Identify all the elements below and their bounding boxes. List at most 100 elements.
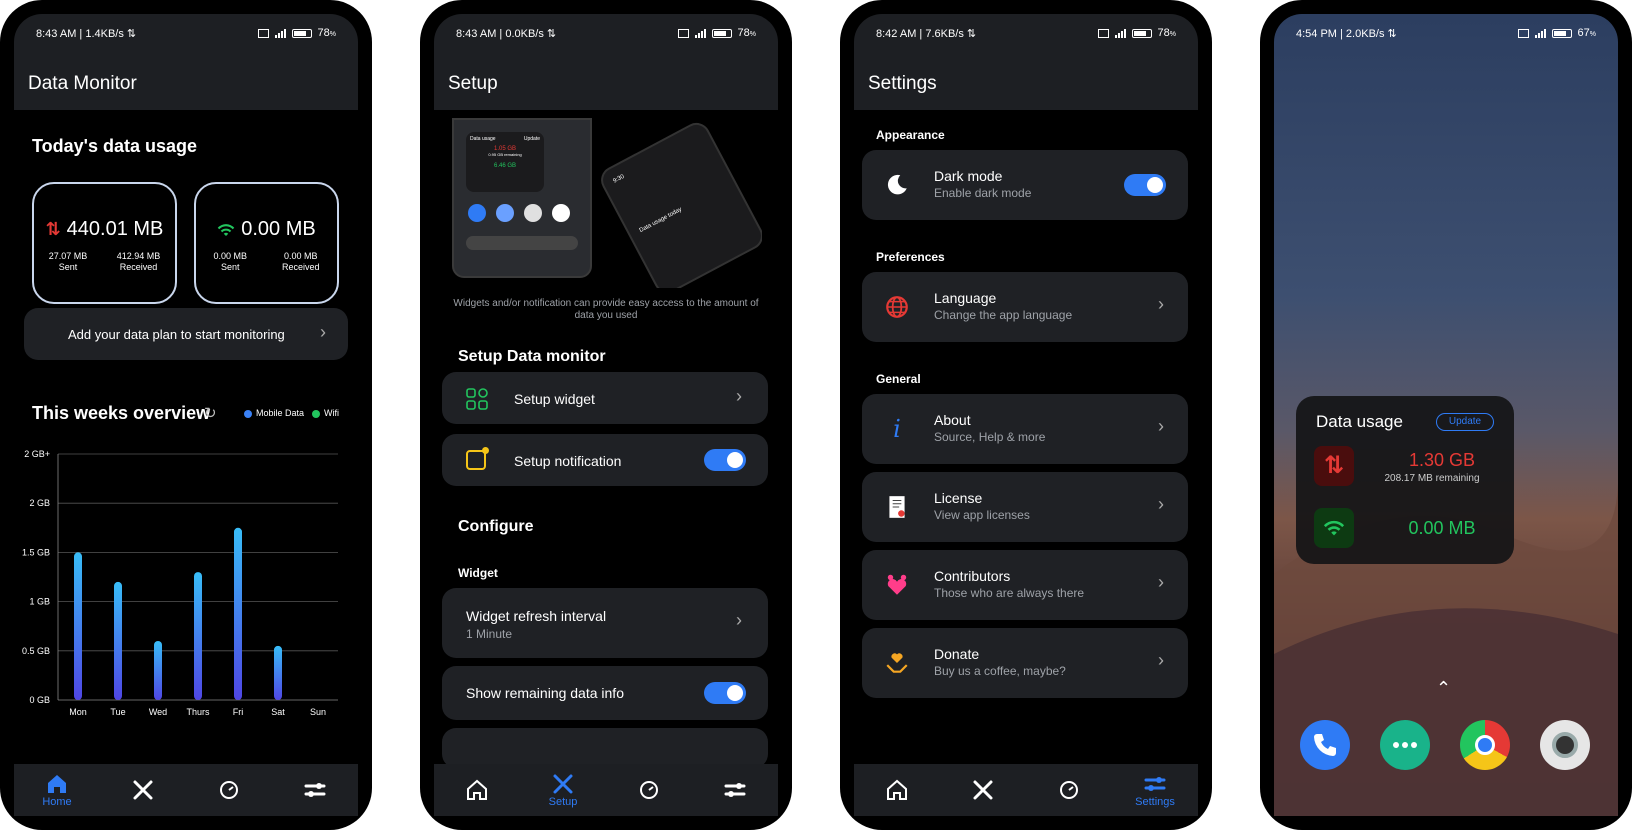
chevron-right-icon: › xyxy=(1158,650,1164,670)
sim-icon xyxy=(257,28,269,38)
legend-wifi-label: Wifi xyxy=(324,408,340,418)
moon-icon xyxy=(887,174,907,195)
wifi-total: 0.00 MB xyxy=(241,218,316,240)
y-tick-label: 2 GB xyxy=(29,498,50,508)
status-bar: 8:42 AM | 7.6KB/s ⇅ 78% xyxy=(854,14,1198,52)
setup-illustration: Data usage Update 1.05 GB 0.95 GB remain… xyxy=(452,118,762,288)
data-usage-widget[interactable]: Data usage Update ⇅ 1.30 GB 208.17 MB re… xyxy=(1296,396,1514,564)
refresh-icon[interactable]: ↻ xyxy=(204,404,217,422)
setup-widget-row[interactable]: Setup widget › xyxy=(442,372,768,424)
nav-settings[interactable] xyxy=(272,764,358,816)
phone-app-icon[interactable] xyxy=(1300,720,1350,770)
contributors-row[interactable]: Contributors Those who are always there … xyxy=(862,550,1188,620)
tools-icon xyxy=(973,780,993,800)
mobile-usage-card[interactable]: ⇅ 440.01 MB 27.07 MB Sent 412.94 MB Receiv… xyxy=(32,182,177,304)
data-transfer-icon: ⇅ xyxy=(126,27,137,40)
chrome-app-icon[interactable] xyxy=(1460,720,1510,770)
donate-row[interactable]: Donate Buy us a coffee, maybe? › xyxy=(862,628,1188,698)
chevron-right-icon: › xyxy=(320,322,326,342)
nav-monitor[interactable] xyxy=(186,764,272,816)
about-row[interactable]: i About Source, Help & more › xyxy=(862,394,1188,464)
donate-sub: Buy us a coffee, maybe? xyxy=(934,664,1066,678)
home-icon xyxy=(48,775,66,793)
bottom-nav: Settings xyxy=(854,764,1198,816)
gauge-icon xyxy=(220,781,238,799)
nav-setup[interactable] xyxy=(100,764,186,816)
app-drawer-chevron-icon[interactable]: ⌃ xyxy=(1436,678,1451,699)
status-bar: 4:54 PM | 2.0KB/s ⇅ 67% xyxy=(1296,27,1596,40)
setup-notification-label: Setup notification xyxy=(514,453,622,469)
nav-home[interactable] xyxy=(434,764,520,816)
weekly-usage-chart: 0 GB 0.5 GB 1 GB 1.5 GB 2 GB 2 GB+ Mon Tue Wed Th… xyxy=(22,449,338,717)
wifi-sent-value: 0.00 MB xyxy=(213,251,248,261)
nav-settings[interactable]: Settings xyxy=(1112,764,1198,816)
nav-setup[interactable] xyxy=(940,764,1026,816)
mobile-received-value: 412.94 MB xyxy=(116,251,161,261)
status-time: 8:42 AM | 7.6KB/s xyxy=(876,27,964,40)
license-sub: View app licenses xyxy=(934,508,1030,522)
refresh-interval-row[interactable]: Widget refresh interval 1 Minute › xyxy=(442,588,768,658)
contributors-title: Contributors xyxy=(934,568,1011,584)
tools-icon xyxy=(133,780,153,800)
notification-toggle[interactable] xyxy=(704,449,746,471)
battery-level: 67 xyxy=(1577,27,1590,39)
y-tick-label: 0 GB xyxy=(29,695,50,705)
x-tick-label: Thurs xyxy=(186,707,210,717)
widget-remaining: 208.17 MB remaining xyxy=(1384,473,1480,484)
widget-title: Data usage xyxy=(1316,412,1403,431)
gauge-icon xyxy=(640,781,658,799)
camera-app-icon[interactable] xyxy=(1540,720,1590,770)
setup-widget-label: Setup widget xyxy=(514,391,595,407)
sliders-icon xyxy=(304,783,326,797)
signal-icon xyxy=(274,28,286,38)
dark-mode-sub: Enable dark mode xyxy=(934,186,1032,200)
remaining-info-row[interactable]: Show remaining data info xyxy=(442,666,768,720)
phone-data-monitor: 8:43 AM | 1.4KB/s ⇅ 78% Data Monitor Tod… xyxy=(0,0,372,830)
bar-mon xyxy=(74,552,82,700)
dark-mode-row[interactable]: Dark mode Enable dark mode xyxy=(862,150,1188,220)
language-row[interactable]: Language Change the app language › xyxy=(862,272,1188,342)
illustration-widget: Data usage Update 1.05 GB 0.95 GB remain… xyxy=(466,132,544,192)
x-tick-label: Wed xyxy=(149,707,167,717)
nav-home-label: Home xyxy=(42,796,72,808)
wifi-usage-card[interactable]: 0.00 MB 0.00 MB Sent 0.00 MB Received xyxy=(194,182,339,304)
chevron-right-icon: › xyxy=(1158,494,1164,514)
license-title: License xyxy=(934,490,983,506)
license-row[interactable]: License View app licenses › xyxy=(862,472,1188,542)
update-button[interactable]: Update xyxy=(1436,413,1494,431)
nav-setup[interactable]: Setup xyxy=(520,764,606,816)
add-data-plan-button[interactable]: Add your data plan to start monitoring › xyxy=(24,308,348,360)
battery-icon xyxy=(291,28,312,38)
remaining-info-toggle[interactable] xyxy=(704,682,746,704)
info-icon: i xyxy=(893,415,901,443)
page-title: Data Monitor xyxy=(28,73,137,94)
messages-app-icon[interactable] xyxy=(1380,720,1430,770)
phone-settings: 8:42 AM | 7.6KB/s ⇅ 78% Settings Appeara… xyxy=(840,0,1212,830)
nav-home[interactable]: Home xyxy=(14,764,100,816)
general-label: General xyxy=(876,372,921,386)
gauge-icon xyxy=(1060,781,1078,799)
nav-settings[interactable] xyxy=(692,764,778,816)
page-title: Settings xyxy=(868,73,937,94)
battery-icon xyxy=(1131,28,1152,38)
dark-mode-toggle[interactable] xyxy=(1124,174,1166,196)
screen: 8:42 AM | 7.6KB/s ⇅ 78% Settings Appeara… xyxy=(854,14,1198,816)
nav-home[interactable] xyxy=(854,764,940,816)
appearance-label: Appearance xyxy=(876,128,945,142)
legend-item-mobile: Mobile Data xyxy=(244,408,304,418)
language-title: Language xyxy=(934,290,997,306)
illustration-notification: 9:30 Data usage today xyxy=(596,118,762,288)
mobile-total: 440.01 MB xyxy=(66,218,164,240)
chevron-right-icon: › xyxy=(1158,294,1164,314)
nav-monitor[interactable] xyxy=(1026,764,1112,816)
screen: 8:43 AM | 1.4KB/s ⇅ 78% Data Monitor Tod… xyxy=(14,14,358,816)
setup-notification-row[interactable]: Setup notification xyxy=(442,434,768,486)
legend-item-wifi: Wifi xyxy=(312,408,339,418)
status-time: 8:43 AM | 1.4KB/s xyxy=(36,27,124,40)
nav-monitor[interactable] xyxy=(606,764,692,816)
x-tick-label: Tue xyxy=(110,707,125,717)
app-bar: Settings xyxy=(854,52,1198,110)
donate-title: Donate xyxy=(934,646,980,662)
refresh-interval-label: Widget refresh interval xyxy=(466,608,607,624)
globe-icon xyxy=(886,296,908,318)
